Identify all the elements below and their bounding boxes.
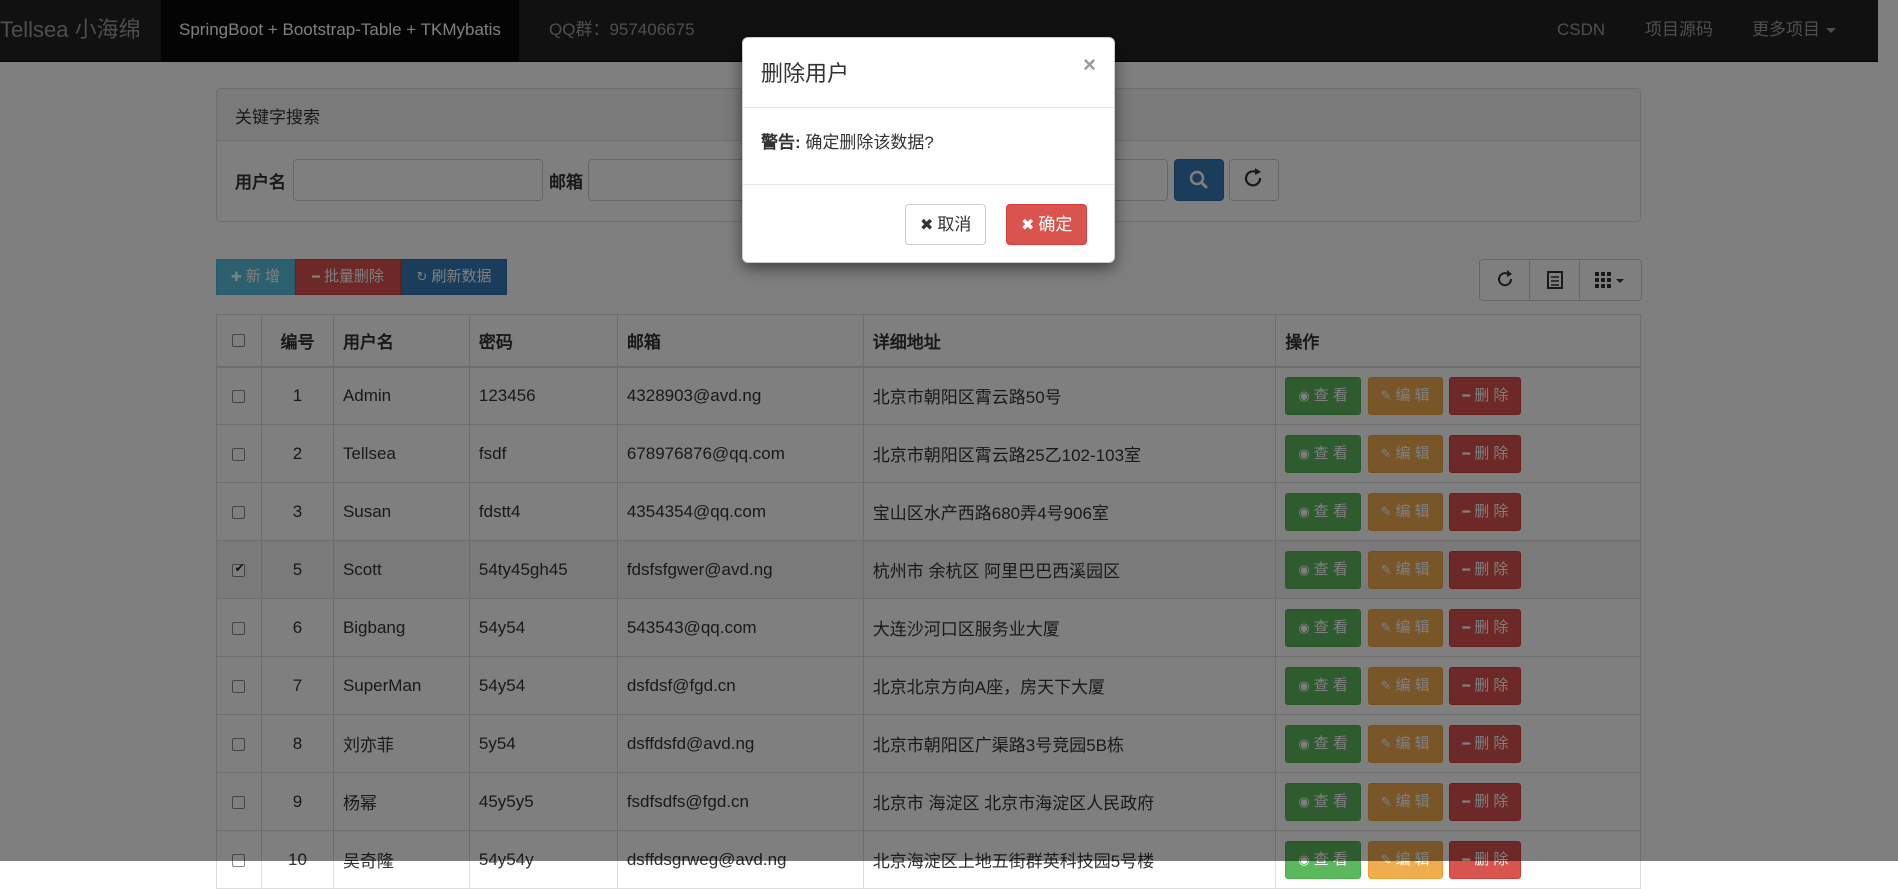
delete-user-modal: 删除用户 × 警告: 确定删除该数据? ✖ 取消 ✖ 确定 (742, 37, 1115, 263)
modal-title: 删除用户 (761, 61, 850, 86)
close-icon[interactable]: × (1083, 52, 1096, 78)
modal-body: 警告: 确定删除该数据? (743, 108, 1114, 185)
modal-message: 确定删除该数据? (805, 133, 934, 152)
cancel-button-label: 取消 (937, 215, 972, 234)
modal-header: 删除用户 × (743, 38, 1114, 108)
modal-footer: ✖ 取消 ✖ 确定 (743, 185, 1114, 263)
close-icon: ✖ (1021, 215, 1035, 234)
close-icon: ✖ (920, 215, 934, 234)
cancel-button[interactable]: ✖ 取消 (905, 204, 987, 245)
confirm-button[interactable]: ✖ 确定 (1006, 204, 1088, 245)
confirm-button-label: 确定 (1038, 215, 1073, 234)
warning-label: 警告: (761, 133, 801, 152)
